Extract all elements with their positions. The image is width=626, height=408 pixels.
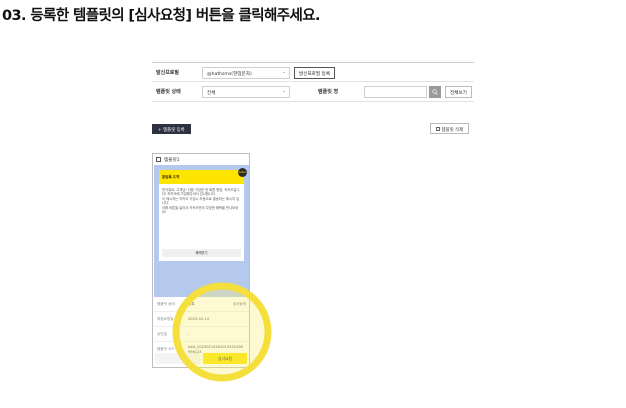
detail-link[interactable]: 검사상세 (233, 302, 246, 307)
info-row-approve: 승인일 - (154, 327, 249, 342)
card-header: 템플릿1 (153, 154, 249, 165)
approve-info-label: 승인일 (157, 332, 167, 336)
add-template-button[interactable]: + 템플릿 등록 (152, 124, 191, 134)
status-select[interactable]: 전체 ⌄ (202, 86, 290, 98)
preview-header: 알림톡 도착 (159, 170, 244, 184)
sender-select[interactable]: @hathsms(현업문자) ⌄ (202, 67, 290, 79)
code-info-label: 템플릿 코드 (157, 347, 175, 351)
secondary-button[interactable] (155, 353, 200, 364)
filter-row-sender: 발신프로필 @hathsms(현업문자) ⌄ 발신프로필 등록 (152, 62, 474, 82)
kakao-icon: kakao (238, 168, 247, 177)
search-button[interactable] (429, 86, 441, 98)
chevron-down-icon: ⌄ (281, 88, 286, 94)
status-select-value: 전체 (207, 90, 216, 96)
status-info-label: 템플릿 상태 (157, 302, 175, 306)
preview-text: 반가워요, 고객님! 다음 가입한 첫 회원 명령, 카카오입니다! 카카오에 … (162, 188, 240, 215)
card-info: 템플릿 상태 등록 검사상세 최종요청일 2023-02-14 승인일 - 템플… (154, 297, 249, 360)
status-label: 템플릿 상태 (156, 89, 181, 95)
date-info-value: 2023-02-14 (188, 317, 209, 321)
approve-info-value: - (188, 332, 190, 336)
chevron-down-icon: ⌄ (281, 69, 286, 75)
template-card: 템플릿1 알림톡 도착 kakao 반가워요, 고객님! 다음 가입한 첫 회원… (152, 153, 250, 368)
template-name-input[interactable] (364, 86, 427, 98)
delete-template-label: 템플릿 삭제 (441, 127, 464, 133)
trash-icon (436, 127, 440, 131)
status-info-value: 등록 (188, 302, 195, 306)
preview-button: 혜택받기 (162, 249, 241, 257)
card-checkbox[interactable] (156, 157, 161, 162)
template-name-label: 템플릿 명 (318, 89, 339, 95)
date-info-label: 최종요청일 (157, 317, 174, 321)
info-row-status: 템플릿 상태 등록 검사상세 (154, 297, 249, 312)
sender-label: 발신프로필 (156, 70, 180, 76)
info-row-date: 최종요청일 2023-02-14 (154, 312, 249, 327)
filter-row-status: 템플릿 상태 전체 ⌄ 템플릿 명 전체보기 (152, 82, 474, 102)
preview-header-text: 알림톡 도착 (162, 175, 180, 179)
card-name: 템플릿1 (164, 158, 180, 163)
card-buttons: 심사요청 (155, 353, 247, 364)
message-preview: 알림톡 도착 kakao 반가워요, 고객님! 다음 가입한 첫 회원 명령, … (154, 165, 249, 297)
filter-panel: 발신프로필 @hathsms(현업문자) ⌄ 발신프로필 등록 템플릿 상태 전… (152, 62, 474, 102)
delete-template-button[interactable]: 템플릿 삭제 (430, 123, 470, 134)
preview-body: 반가워요, 고객님! 다음 가입한 첫 회원 명령, 카카오입니다! 카카오에 … (159, 184, 244, 261)
step-title: 03. 등록한 템플릿의 [심사요청] 버튼을 클릭해주세요. (2, 8, 320, 24)
sender-select-value: @hathsms(현업문자) (207, 71, 252, 77)
search-icon (432, 89, 438, 95)
view-all-button[interactable]: 전체보기 (445, 86, 472, 98)
review-request-button[interactable]: 심사요청 (203, 353, 247, 364)
sender-register-button[interactable]: 발신프로필 등록 (294, 67, 336, 79)
